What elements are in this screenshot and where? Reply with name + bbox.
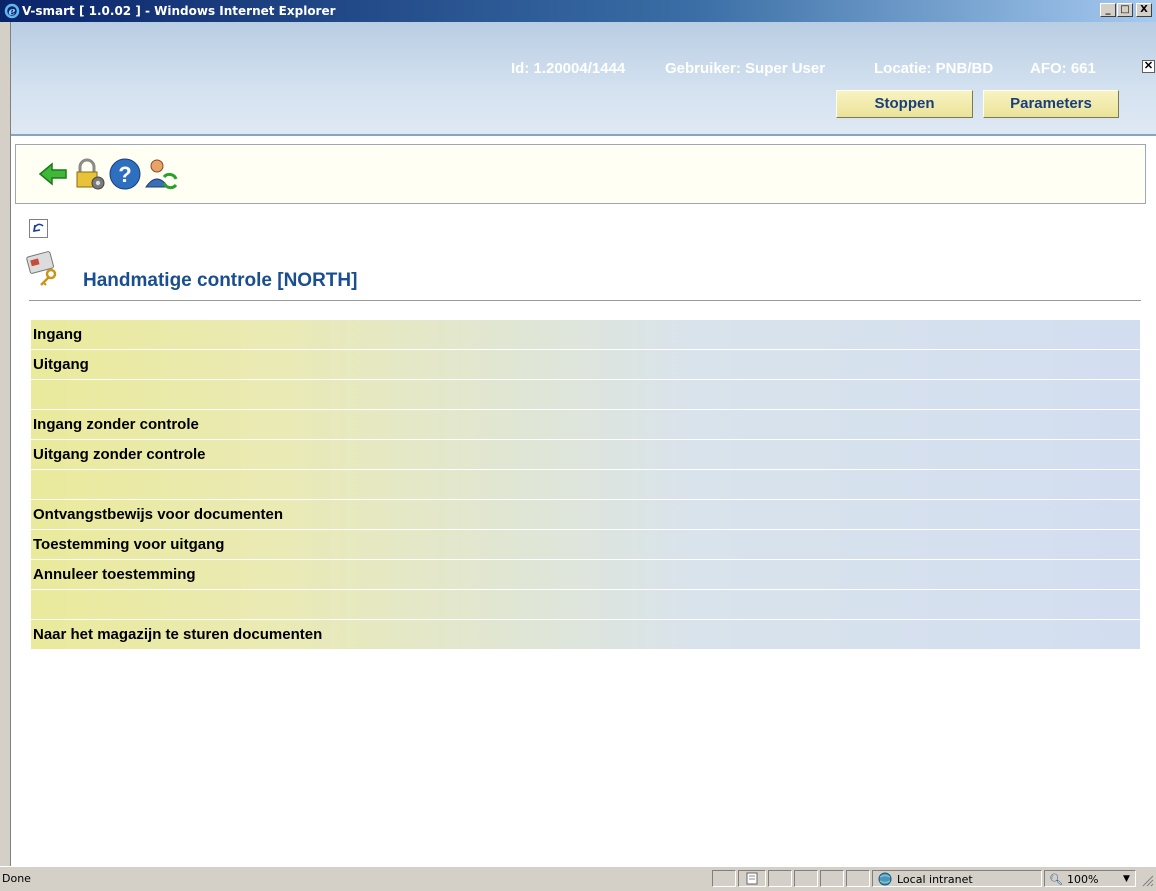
user-switch-icon[interactable]: [144, 157, 178, 191]
menu-item-ontvangstbewijs[interactable]: Ontvangstbewijs voor documenten: [31, 500, 1140, 529]
card-key-icon: [26, 251, 57, 286]
intranet-globe-icon: [878, 872, 892, 886]
title-divider: [29, 300, 1141, 301]
close-session-icon[interactable]: ✕: [1142, 60, 1155, 73]
chevron-down-icon[interactable]: ▼: [1123, 874, 1130, 884]
close-window-button[interactable]: X: [1136, 3, 1152, 17]
menu-item-toestemming-uitgang[interactable]: Toestemming voor uitgang: [31, 530, 1140, 559]
menu-item-uitgang-zonder-controle[interactable]: Uitgang zonder controle: [31, 440, 1140, 469]
menu-list: Ingang Uitgang Ingang zonder controle Ui…: [31, 320, 1140, 650]
window-title: V-smart [ 1.0.02 ] - Windows Internet Ex…: [22, 4, 336, 18]
back-arrow-icon[interactable]: [36, 157, 70, 191]
undo-icon[interactable]: [29, 219, 48, 238]
page-title: Handmatige controle [NORTH]: [83, 270, 358, 291]
menu-spacer: [31, 380, 1140, 409]
session-id: Id: 1.20004/1444: [511, 60, 626, 77]
page-content: Id: 1.20004/1444 Gebruiker: Super User L…: [10, 22, 1156, 866]
header-divider: [11, 134, 1156, 136]
help-icon[interactable]: ?: [108, 157, 142, 191]
minimize-button[interactable]: _: [1100, 3, 1116, 17]
security-zone[interactable]: Local intranet: [872, 870, 1042, 887]
status-bar: Done Local intranet 🔍︎ 100% ▼: [0, 866, 1156, 889]
parameters-button[interactable]: Parameters: [983, 90, 1119, 118]
browser-window: e V-smart [ 1.0.02 ] - Windows Internet …: [0, 0, 1156, 889]
zoom-icon: 🔍︎: [1049, 873, 1063, 886]
internet-explorer-icon: e: [4, 3, 20, 19]
app-header: Id: 1.20004/1444 Gebruiker: Super User L…: [11, 22, 1156, 136]
menu-item-ingang[interactable]: Ingang: [31, 320, 1140, 349]
user-label: Gebruiker: Super User: [665, 60, 826, 77]
menu-item-ingang-zonder-controle[interactable]: Ingang zonder controle: [31, 410, 1140, 439]
lock-settings-icon[interactable]: [72, 157, 106, 191]
maximize-button[interactable]: □: [1117, 3, 1133, 17]
menu-item-magazijn-documenten[interactable]: Naar het magazijn te sturen documenten: [31, 620, 1140, 649]
menu-item-uitgang[interactable]: Uitgang: [31, 350, 1140, 379]
zoom-level: 100%: [1067, 873, 1099, 886]
status-cell: [794, 870, 818, 887]
status-cell: [768, 870, 792, 887]
title-bar: e V-smart [ 1.0.02 ] - Windows Internet …: [0, 0, 1156, 22]
menu-spacer: [31, 470, 1140, 499]
svg-text:e: e: [9, 5, 16, 18]
stop-button[interactable]: Stoppen: [836, 90, 973, 118]
status-cell: [820, 870, 844, 887]
toolbar: ?: [15, 144, 1146, 204]
status-cell: [712, 870, 736, 887]
menu-item-annuleer-toestemming[interactable]: Annuleer toestemming: [31, 560, 1140, 589]
location-label: Locatie: PNB/BD: [874, 60, 994, 77]
afo-label: AFO: 661: [1030, 60, 1096, 77]
zoom-control[interactable]: 🔍︎ 100% ▼: [1044, 870, 1136, 887]
status-text: Done: [2, 872, 31, 885]
svg-text:?: ?: [118, 162, 131, 187]
zone-label: Local intranet: [897, 873, 973, 886]
status-cell: [846, 870, 870, 887]
page-report-icon[interactable]: [738, 870, 766, 887]
resize-grip-icon[interactable]: [1140, 873, 1154, 887]
menu-spacer: [31, 590, 1140, 619]
